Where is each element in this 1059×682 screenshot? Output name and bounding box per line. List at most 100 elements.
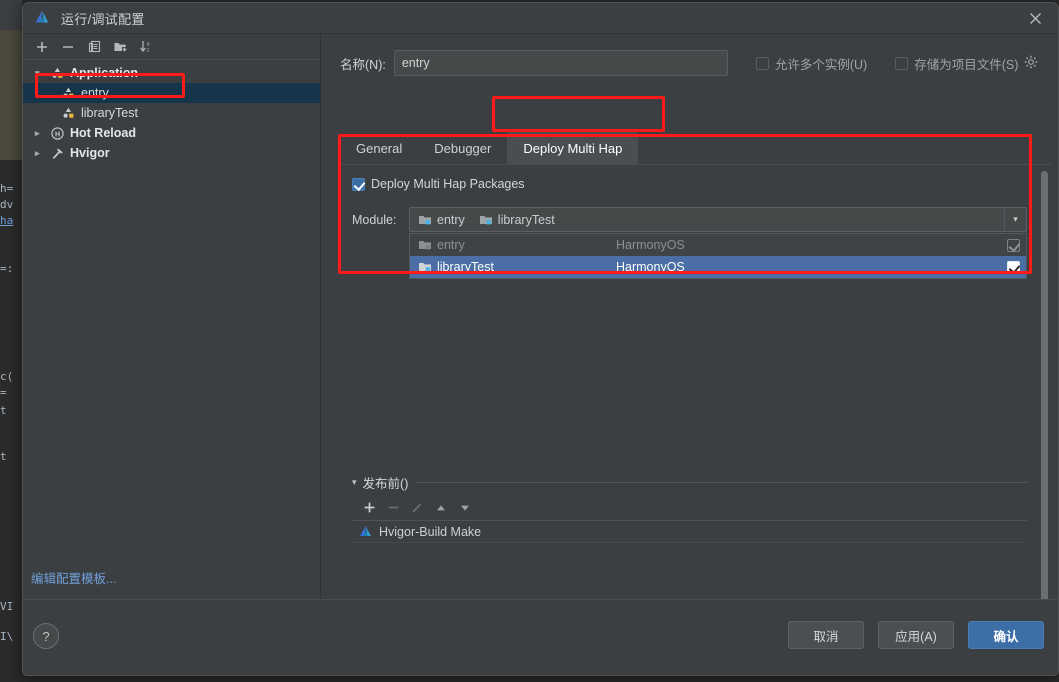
module-dropdown-popup: entry HarmonyOS libraryTest HarmonyOS bbox=[409, 233, 1027, 279]
name-label: 名称(N): bbox=[340, 57, 386, 72]
tree-item-hvigor[interactable]: ▸ Hvigor bbox=[23, 143, 320, 163]
hot-reload-icon: H bbox=[51, 126, 64, 140]
before-launch-header[interactable]: ▾ 发布前() bbox=[352, 473, 1027, 491]
module-label: Module: bbox=[352, 212, 397, 227]
deveco-logo-icon bbox=[35, 10, 49, 23]
module-folder-icon bbox=[419, 215, 431, 224]
vertical-scrollbar[interactable] bbox=[1041, 167, 1050, 651]
module-option-checkbox[interactable] bbox=[1007, 238, 1020, 252]
before-launch-toolbar bbox=[352, 495, 1027, 521]
chevron-down-icon[interactable]: ▾ bbox=[1004, 208, 1026, 231]
editor-tabs: General Debugger Deploy Multi Hap bbox=[340, 130, 1052, 164]
code-fragment: t bbox=[0, 404, 7, 417]
module-chip: entry bbox=[418, 213, 465, 227]
checkbox-box bbox=[755, 56, 769, 70]
configurations-toolbar: a z bbox=[23, 34, 320, 60]
apply-button[interactable]: 应用(A) bbox=[878, 621, 954, 649]
tree-item-application[interactable]: ▾ Application bbox=[23, 63, 320, 83]
store-as-project-file-checkbox[interactable]: 存储为项目文件(S) bbox=[895, 54, 1018, 73]
module-combobox[interactable]: entry libraryTest ▾ bbox=[409, 207, 1027, 232]
edit-configuration-templates-link[interactable]: 编辑配置模板... bbox=[31, 568, 116, 587]
code-fragment: I\ bbox=[0, 630, 14, 643]
run-config-icon bbox=[63, 87, 74, 98]
scrollbar-thumb[interactable] bbox=[1041, 171, 1048, 651]
tab-debugger[interactable]: Debugger bbox=[418, 132, 508, 164]
checkbox-box bbox=[352, 177, 365, 191]
tree-item-label: libraryTest bbox=[81, 105, 138, 120]
ok-button[interactable]: 确认 bbox=[968, 621, 1044, 649]
sort-az-icon: a z bbox=[139, 41, 149, 54]
arrow-down-icon bbox=[461, 505, 469, 511]
cancel-button[interactable]: 取消 bbox=[788, 621, 864, 649]
tree-item-label: entry bbox=[81, 85, 109, 100]
deploy-multi-hap-packages-checkbox[interactable]: Deploy Multi Hap Packages bbox=[352, 177, 525, 191]
hvigor-hammer-icon bbox=[52, 148, 63, 159]
new-folder-button[interactable] bbox=[109, 36, 131, 58]
chevron-down-icon[interactable]: ▾ bbox=[35, 68, 48, 79]
folder-add-icon bbox=[114, 43, 127, 52]
code-fragment: = bbox=[0, 386, 7, 399]
code-fragment: h= bbox=[0, 182, 14, 195]
before-launch-add-button[interactable] bbox=[360, 499, 378, 517]
run-config-icon bbox=[63, 107, 74, 118]
tree-item-hot-reload[interactable]: ▸ H Hot Reload bbox=[23, 123, 320, 143]
section-divider bbox=[416, 481, 1027, 483]
checkbox-box bbox=[895, 56, 909, 70]
chevron-right-icon[interactable]: ▸ bbox=[35, 148, 48, 159]
help-icon[interactable]: ? bbox=[33, 623, 59, 649]
before-launch-task-list: Hvigor-Build Make bbox=[352, 521, 1027, 587]
gear-icon[interactable] bbox=[1024, 55, 1038, 72]
minus-icon bbox=[388, 506, 398, 509]
tab-general[interactable]: General bbox=[340, 132, 419, 164]
module-option-entry[interactable]: entry HarmonyOS bbox=[410, 234, 1026, 256]
triangle-down-icon[interactable]: ▾ bbox=[352, 477, 357, 488]
chevron-right-icon[interactable]: ▸ bbox=[35, 128, 48, 139]
before-launch-remove-button[interactable] bbox=[384, 499, 402, 517]
configuration-editor-panel: 名称(N): 允许多个实例(U) 存储为项目文件(S) bbox=[322, 34, 1058, 651]
help-label: ? bbox=[42, 628, 50, 644]
remove-configuration-button[interactable] bbox=[57, 36, 79, 58]
tab-deploy-multi-hap[interactable]: Deploy Multi Hap bbox=[507, 132, 639, 164]
module-option-checkbox[interactable] bbox=[1007, 260, 1020, 274]
svg-text:z: z bbox=[146, 48, 149, 54]
module-folder-icon bbox=[479, 215, 492, 224]
tree-item-librarytest[interactable]: libraryTest bbox=[23, 103, 320, 123]
footer-button-group: 取消 应用(A) 确认 bbox=[788, 621, 1044, 649]
code-fragment: t bbox=[0, 450, 7, 463]
dialog-title: 运行/调试配置 bbox=[61, 11, 145, 27]
before-launch-task-label: Hvigor-Build Make bbox=[379, 524, 482, 539]
close-icon[interactable] bbox=[1012, 3, 1058, 34]
module-option-name-wrap: entry bbox=[418, 238, 616, 252]
close-glyph bbox=[1029, 13, 1041, 24]
dialog-footer: 编辑配置模板... ? 取消 应用(A) 确认 bbox=[23, 572, 1058, 675]
module-option-librarytest[interactable]: libraryTest HarmonyOS bbox=[410, 256, 1026, 278]
tree-item-label: Hvigor bbox=[70, 145, 110, 160]
copy-configuration-button[interactable] bbox=[83, 36, 105, 58]
before-launch-title: 发布前() bbox=[362, 476, 409, 491]
before-launch-task-item[interactable]: Hvigor-Build Make bbox=[352, 521, 1027, 543]
add-configuration-button[interactable] bbox=[31, 36, 53, 58]
before-launch-move-down-button[interactable] bbox=[456, 499, 474, 517]
dialog-titlebar: 运行/调试配置 bbox=[23, 3, 1058, 34]
name-row: 名称(N): 允许多个实例(U) 存储为项目文件(S) bbox=[340, 50, 1052, 76]
run-config-icon bbox=[52, 67, 63, 78]
store-as-project-file-label: 存储为项目文件(S) bbox=[914, 57, 1019, 72]
arrow-up-icon bbox=[437, 504, 445, 510]
module-option-os: HarmonyOS bbox=[616, 260, 685, 274]
before-launch-move-up-button[interactable] bbox=[432, 499, 450, 517]
code-fragment: c( bbox=[0, 370, 14, 383]
code-fragment: dv bbox=[0, 198, 14, 211]
module-option-name: libraryTest bbox=[437, 260, 494, 274]
module-chip-label: libraryTest bbox=[497, 212, 555, 227]
deveco-logo-icon bbox=[360, 526, 371, 536]
editor-background-strip: h= dv ha =: c( = t t VI I\ bbox=[0, 0, 22, 682]
deploy-multi-hap-packages-label: Deploy Multi Hap Packages bbox=[371, 177, 525, 191]
code-fragment: =: bbox=[0, 262, 14, 275]
name-input[interactable] bbox=[393, 50, 728, 76]
code-fragment: VI bbox=[0, 600, 14, 613]
allow-multiple-instances-checkbox[interactable]: 允许多个实例(U) bbox=[755, 54, 867, 73]
sort-configurations-button[interactable]: a z bbox=[135, 36, 157, 58]
before-launch-edit-button[interactable] bbox=[408, 499, 426, 517]
configurations-panel: a z ▾ Application entry libraryTest ▸ H … bbox=[23, 34, 321, 599]
tree-item-entry[interactable]: entry bbox=[23, 83, 320, 103]
